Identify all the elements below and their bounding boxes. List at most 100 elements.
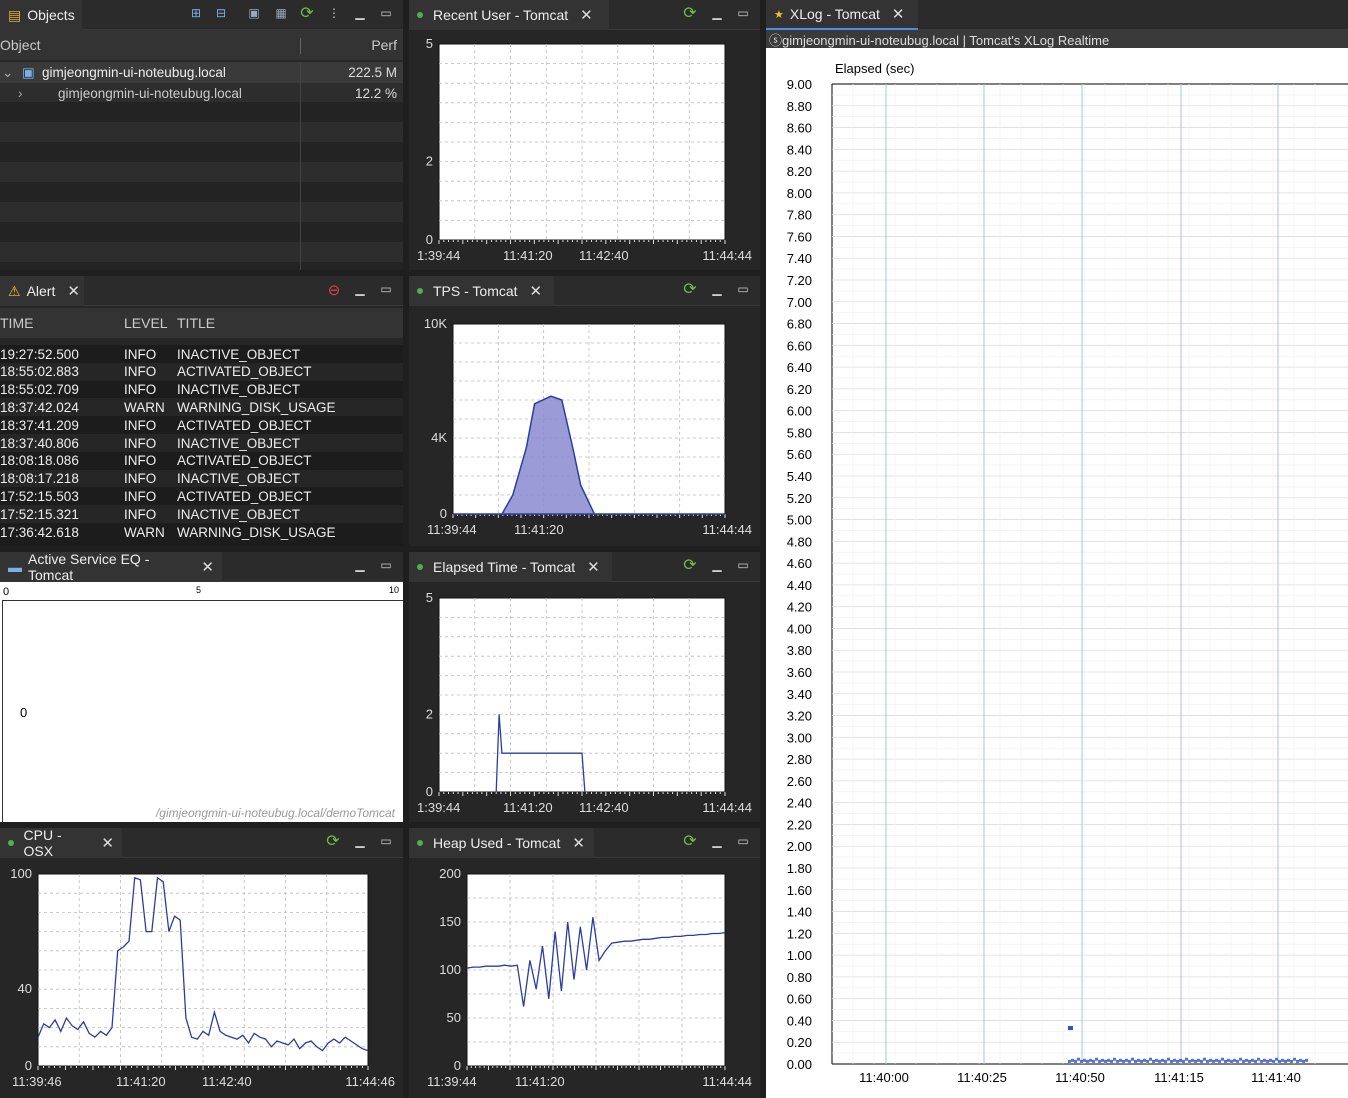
server-icon[interactable]: ▣ bbox=[246, 6, 262, 20]
close-icon[interactable]: ✕ bbox=[892, 5, 905, 23]
minimize-icon[interactable]: ▁ bbox=[709, 558, 725, 572]
tab-objects[interactable]: ▤ Objects bbox=[0, 0, 82, 30]
expand-all-icon[interactable]: ⊞ bbox=[188, 6, 204, 20]
chevron-right-icon[interactable]: › bbox=[18, 86, 23, 101]
refresh-icon[interactable]: ⟳ bbox=[682, 3, 698, 23]
xlog-point bbox=[1287, 1058, 1290, 1062]
minimize-icon[interactable]: ▁ bbox=[352, 6, 368, 20]
maximize-icon[interactable]: ▭ bbox=[735, 558, 751, 572]
y-tick-label: 2.40 bbox=[787, 796, 812, 811]
y-tick-label: 150 bbox=[439, 914, 461, 929]
close-icon[interactable]: ✕ bbox=[201, 558, 214, 576]
y-tick-label: 6.00 bbox=[787, 404, 812, 419]
xlog-point bbox=[1212, 1059, 1215, 1063]
xlog-point bbox=[1089, 1058, 1092, 1062]
y-tick-label: 1.60 bbox=[787, 883, 812, 898]
xlog-chart[interactable]: Elapsed (sec) 9.00 8.80 8.60 8.40 8.20 8.00 7.8… bbox=[766, 48, 1348, 1098]
close-icon[interactable]: ✕ bbox=[101, 834, 114, 852]
maximize-icon[interactable]: ▭ bbox=[735, 6, 751, 20]
alert-row[interactable]: 18:08:18.086 INFO ACTIVATED_OBJECT bbox=[0, 451, 403, 470]
alert-row[interactable]: 18:37:40.806 INFO INACTIVE_OBJECT bbox=[0, 434, 403, 452]
refresh-icon[interactable]: ⟳ bbox=[682, 555, 698, 575]
y-tick-label: 5 bbox=[426, 36, 433, 51]
elapsed-tabbar: Elapsed Time - Tomcat ✕ ⟳ ▁ ▭ bbox=[409, 552, 760, 582]
plot-area bbox=[452, 323, 726, 515]
tab-active-service[interactable]: ▬ Active Service EQ - Tomcat ✕ bbox=[0, 552, 222, 583]
maximize-icon[interactable]: ▭ bbox=[378, 6, 394, 20]
tab-recent-user[interactable]: Recent User - Tomcat ✕ bbox=[409, 0, 609, 30]
col-object[interactable]: Object bbox=[0, 37, 40, 53]
alert-row[interactable]: 18:55:02.883 INFO ACTIVATED_OBJECT bbox=[0, 362, 403, 381]
alert-title: ACTIVATED_OBJECT bbox=[177, 417, 312, 433]
minimize-icon[interactable]: ▁ bbox=[352, 558, 368, 572]
refresh-icon[interactable]: ⟳ bbox=[682, 831, 698, 851]
y-tick-label: 7.60 bbox=[787, 229, 812, 244]
alert-level: INFO bbox=[124, 364, 157, 380]
tab-alert[interactable]: ⚠ Alert ✕ bbox=[0, 276, 84, 306]
xlog-point bbox=[1260, 1059, 1263, 1063]
x-tick-label: 11:39:44 bbox=[427, 522, 477, 537]
y-tick-label: 50 bbox=[447, 1010, 461, 1025]
close-icon[interactable]: ✕ bbox=[530, 282, 543, 300]
col-title[interactable]: TITLE bbox=[177, 315, 215, 331]
eq-value: 0 bbox=[20, 705, 28, 720]
close-icon[interactable]: ✕ bbox=[67, 282, 80, 300]
close-icon[interactable]: ✕ bbox=[587, 558, 600, 576]
host-icon[interactable]: ▦ bbox=[273, 6, 289, 20]
xlog-subtitle-bar: ⓢgimjeongmin-ui-noteubug.local | Tomcat'… bbox=[766, 30, 1348, 48]
tree-row-child[interactable]: › gimjeongmin-ui-noteubug.local 12.2 % bbox=[0, 83, 403, 103]
minimize-icon[interactable]: ▁ bbox=[709, 6, 725, 20]
tab-xlog[interactable]: ★ XLog - Tomcat ✕ bbox=[766, 0, 918, 30]
close-icon[interactable]: ✕ bbox=[572, 834, 585, 852]
minimize-icon[interactable]: ▁ bbox=[709, 282, 725, 296]
refresh-icon[interactable]: ⟳ bbox=[682, 279, 698, 299]
objects-column-header: Object Perf bbox=[0, 30, 403, 60]
alert-row[interactable]: 18:55:02.709 INFO INACTIVE_OBJECT bbox=[0, 380, 403, 399]
objects-tabbar: ▤ Objects ⊞ ⊟ ▣ ▦ ⟳ ⋮ ▁ ▭ bbox=[0, 0, 403, 30]
alert-row[interactable]: 18:37:42.024 WARN WARNING_DISK_USAGE bbox=[0, 398, 403, 417]
alert-row[interactable]: 17:52:15.321 INFO INACTIVE_OBJECT bbox=[0, 505, 403, 524]
maximize-icon[interactable]: ▭ bbox=[735, 282, 751, 296]
y-tick-label: 5.00 bbox=[787, 513, 812, 528]
maximize-icon[interactable]: ▭ bbox=[378, 282, 394, 296]
chevron-down-icon[interactable]: ⌄ bbox=[2, 65, 13, 81]
alert-row[interactable]: 19:27:52.500 INFO INACTIVE_OBJECT bbox=[0, 345, 403, 363]
column-divider bbox=[300, 62, 301, 270]
alert-row[interactable]: 18:37:41.209 INFO ACTIVATED_OBJECT bbox=[0, 416, 403, 435]
xlog-point bbox=[1185, 1057, 1188, 1061]
xlog-tabbar: ★ XLog - Tomcat ✕ bbox=[766, 0, 1348, 30]
tab-elapsed[interactable]: Elapsed Time - Tomcat ✕ bbox=[409, 552, 612, 582]
alert-row[interactable]: 17:36:42.618 WARN WARNING_DISK_USAGE bbox=[0, 523, 403, 541]
xlog-point bbox=[1113, 1057, 1116, 1061]
maximize-icon[interactable]: ▭ bbox=[378, 834, 394, 848]
tab-cpu[interactable]: CPU - OSX ✕ bbox=[0, 828, 122, 859]
maximize-icon[interactable]: ▭ bbox=[735, 834, 751, 848]
alert-time: 17:36:42.618 bbox=[0, 524, 79, 540]
scale-label-max: 10 bbox=[389, 585, 400, 595]
close-icon[interactable]: ✕ bbox=[580, 6, 593, 24]
tab-heap[interactable]: Heap Used - Tomcat ✕ bbox=[409, 828, 594, 858]
alert-row[interactable]: 18:08:17.218 INFO INACTIVE_OBJECT bbox=[0, 469, 403, 488]
xlog-point bbox=[1125, 1058, 1128, 1062]
col-time[interactable]: TIME bbox=[0, 315, 33, 331]
xlog-point bbox=[1170, 1059, 1173, 1063]
maximize-icon[interactable]: ▭ bbox=[378, 558, 394, 572]
col-perf[interactable]: Perf bbox=[371, 37, 397, 53]
y-tick-label: 3.80 bbox=[787, 643, 812, 658]
active-service-panel: ▬ Active Service EQ - Tomcat ✕ ▁ ▭ 0 5 1… bbox=[0, 552, 403, 822]
tab-tps[interactable]: TPS - Tomcat ✕ bbox=[409, 276, 554, 306]
more-menu-icon[interactable]: ⋮ bbox=[326, 6, 342, 20]
tree-row-host[interactable]: ⌄ ▣ gimjeongmin-ui-noteubug.local 222.5 … bbox=[0, 62, 403, 83]
clear-alerts-icon[interactable]: ⊖ bbox=[326, 281, 342, 299]
y-tick-label: 6.20 bbox=[787, 382, 812, 397]
alert-row[interactable]: 17:52:15.503 INFO ACTIVATED_OBJECT bbox=[0, 487, 403, 506]
minimize-icon[interactable]: ▁ bbox=[709, 834, 725, 848]
collapse-all-icon[interactable]: ⊟ bbox=[213, 6, 229, 20]
minimize-icon[interactable]: ▁ bbox=[352, 282, 368, 296]
refresh-icon[interactable]: ⟳ bbox=[325, 831, 341, 851]
refresh-icon[interactable]: ⟳ bbox=[299, 3, 315, 23]
y-tick-label: 5 bbox=[426, 590, 433, 605]
recent-user-tabbar: Recent User - Tomcat ✕ ⟳ ▁ ▭ bbox=[409, 0, 760, 30]
minimize-icon[interactable]: ▁ bbox=[352, 834, 368, 848]
col-level[interactable]: LEVEL bbox=[124, 315, 168, 331]
